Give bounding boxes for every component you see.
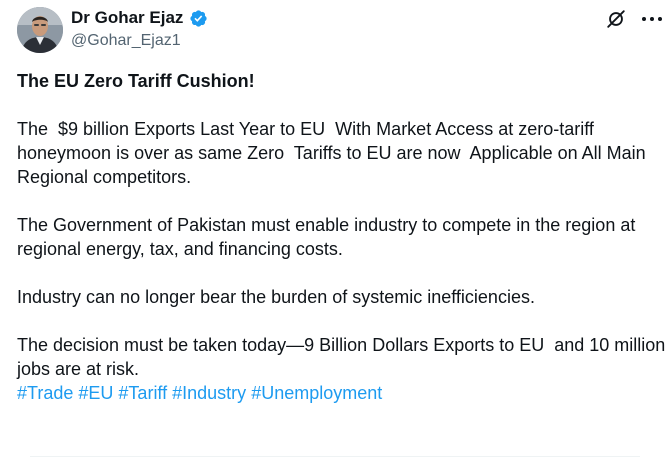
hashtag-eu[interactable]: #EU [78,383,113,403]
post-paragraph: The decision must be taken today—9 Billi… [17,335,671,379]
hashtag-tariff[interactable]: #Tariff [118,383,167,403]
avatar[interactable] [17,7,63,53]
tweet-text: The EU Zero Tariff Cushion! The $9 billi… [17,69,667,405]
hashtag-trade[interactable]: #Trade [17,383,73,403]
profile-photo-icon [17,7,63,53]
hashtag-list: #Trade #EU #Tariff #Industry #Unemployme… [17,381,667,405]
hashtag-unemployment[interactable]: #Unemployment [251,383,382,403]
post-paragraph: The $9 billion Exports Last Year to EU W… [17,119,651,187]
grok-icon[interactable] [605,8,627,30]
verified-badge-icon[interactable] [189,9,208,28]
post-paragraph: Industry can no longer bear the burden o… [17,287,535,307]
post-paragraph: The Government of Pakistan must enable i… [17,215,641,259]
hashtag-industry[interactable]: #Industry [172,383,246,403]
divider [30,456,640,457]
more-options-icon[interactable] [641,14,663,24]
post-title: The EU Zero Tariff Cushion! [17,71,255,91]
tweet: Dr Gohar Ejaz @Gohar_Ejaz1 The EU Zero T… [0,0,671,459]
author-handle[interactable]: @Gohar_Ejaz1 [71,31,181,50]
author-name[interactable]: Dr Gohar Ejaz [71,8,183,28]
